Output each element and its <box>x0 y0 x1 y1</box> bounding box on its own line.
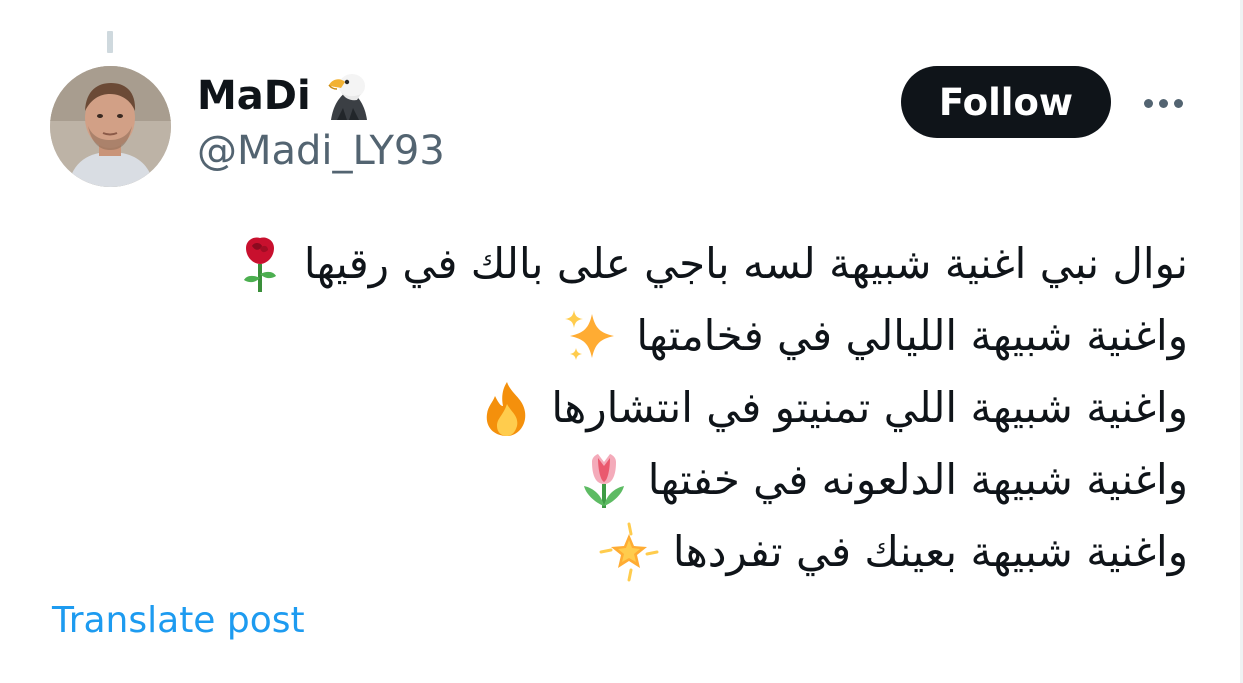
rose-icon <box>243 237 276 292</box>
sparkles-icon <box>565 310 615 360</box>
glowing-star-icon <box>599 522 659 582</box>
author-name-row: MaDi <box>197 68 375 124</box>
tweet-line-text: نوال نبي اغنية شبيهة لسه باجي على بالك ف… <box>303 239 1188 288</box>
tweet-line-text: واغنية شبيهة الدلعونه في خفتها <box>647 455 1188 504</box>
tweet-line-text: واغنية شبيهة بعينك في تفردها <box>672 527 1188 576</box>
more-options-icon[interactable] <box>1138 88 1188 118</box>
tulip-icon <box>583 454 624 508</box>
tweet-line-text: واغنية شبيهة الليالي في فخامتها <box>636 311 1188 360</box>
author-display-name[interactable]: MaDi <box>197 73 311 119</box>
more-dot <box>1173 98 1183 108</box>
tweet-line-text: واغنية شبيهة اللي تمنيتو في انتشارها <box>551 383 1188 432</box>
translate-post-link[interactable]: Translate post <box>52 600 305 641</box>
tweet-text: نوال نبي اغنية شبيهة لسه باجي على بالك ف… <box>148 228 1188 588</box>
tweet-line: واغنية شبيهة بعينك في تفردها <box>148 516 1188 588</box>
fire-icon <box>487 382 526 436</box>
tweet-line: واغنية شبيهة الليالي في فخامتها <box>148 300 1188 372</box>
more-dot <box>1158 98 1168 108</box>
avatar[interactable] <box>50 66 171 187</box>
thread-connector-line <box>107 31 113 53</box>
avatar-photo <box>50 66 171 187</box>
author-handle[interactable]: @Madi_LY93 <box>197 128 445 174</box>
tweet-line: واغنية شبيهة الدلعونه في خفتها <box>148 444 1188 516</box>
eagle-icon <box>323 70 375 122</box>
tweet-line: واغنية شبيهة اللي تمنيتو في انتشارها <box>148 372 1188 444</box>
tweet-line: نوال نبي اغنية شبيهة لسه باجي على بالك ف… <box>148 228 1188 300</box>
follow-button[interactable]: Follow <box>901 66 1111 138</box>
more-dot <box>1143 98 1153 108</box>
